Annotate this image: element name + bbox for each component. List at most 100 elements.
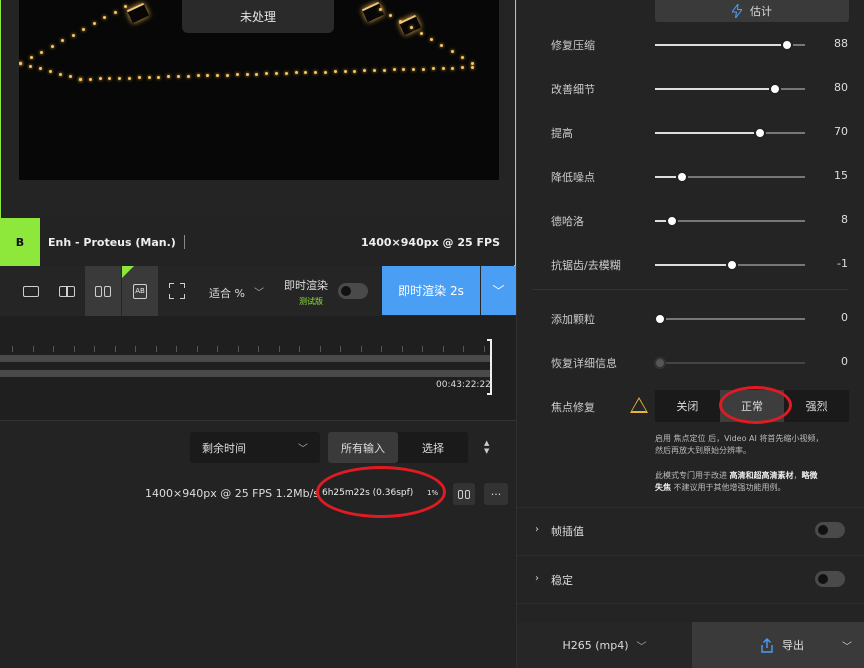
slider-handle[interactable] [769,83,781,95]
light-dot [461,66,465,70]
timeline-tick [156,346,157,352]
focus-option-off[interactable]: 关闭 [655,390,720,422]
realtime-render-toggle[interactable] [338,283,368,299]
frame-interpolation-toggle[interactable] [815,522,845,538]
timeline-tick [361,346,362,352]
light-dot [363,69,367,73]
slider-track[interactable] [655,259,805,271]
fullscreen-button[interactable] [159,266,195,316]
slider-handle[interactable] [725,259,738,271]
tab-all-inputs[interactable]: 所有输入 [328,432,398,463]
light-dot [61,39,64,43]
light-dot [118,76,122,80]
chevron-down-icon[interactable]: ﹀ [842,638,852,653]
light-dot [373,69,376,72]
export-button[interactable]: 导出 [760,637,804,653]
light-dot [206,74,210,78]
split-view-button[interactable] [49,266,85,316]
side-by-side-button[interactable] [85,266,121,316]
output-format-value: H265 (mp4) [562,638,629,652]
timeline-tick [53,346,54,352]
slider-value: 8 [841,213,848,226]
slider-track[interactable] [655,83,805,95]
slider-fill [655,88,775,90]
light-dot [304,71,308,75]
timeline-tick [443,346,444,352]
side-by-side-icon [458,489,470,499]
slider-handle[interactable] [653,313,666,325]
focus-fix-label: 焦点修复 [551,401,595,414]
timeline-tick [238,346,239,352]
light-dot [88,77,92,81]
light-dot [460,56,464,59]
export-bar: 导出 ﹀ [692,622,864,668]
tab-selection[interactable]: 选择 [398,432,468,463]
slider-track[interactable] [655,39,805,51]
timeline-tick [340,346,341,352]
light-dot [40,50,43,54]
light-dot [108,77,112,81]
slider-track[interactable] [653,357,805,369]
render-options-dropdown[interactable]: ﹀ [481,266,516,315]
unprocessed-label: 未处理 [182,0,334,33]
focus-option-strong[interactable]: 强烈 [784,390,849,422]
output-format-select[interactable]: H265 (mp4) ﹀ [517,622,692,668]
timeline-track[interactable] [0,355,490,362]
annotation-circle [316,466,446,518]
stabilization-toggle[interactable] [815,571,845,587]
light-dot [69,75,72,79]
light-dot [275,72,278,75]
light-dot [19,62,22,65]
slider-track[interactable] [655,171,805,183]
slider-value: 80 [834,81,848,94]
light-dot [128,76,131,80]
light-dot [49,70,52,73]
light-dot [441,66,445,70]
slider-label: 抗锯齿/去模糊 [551,259,621,272]
zoom-fit-select[interactable]: 适合 % [209,285,245,301]
single-view-button[interactable] [13,266,49,316]
light-dot [50,44,54,48]
light-dot [196,74,200,78]
sort-order-icon[interactable]: ▲ ▼ [484,439,489,455]
annotation-circle [719,386,792,424]
timeline[interactable] [0,316,516,420]
timeline-tick [320,346,321,352]
light-dot [186,74,190,78]
slider-fill [655,132,760,134]
timeline-tick [74,346,75,352]
sort-select[interactable]: 剩余时间 ﹀ [190,432,320,463]
note-bold: 失焦 [655,483,671,492]
timeline-end-time: 00:43:22:22 [436,380,491,390]
light-dot [265,72,269,76]
job-more-button[interactable]: ··· [484,483,508,505]
estimate-button[interactable]: 估计 [655,0,849,22]
timeline-track[interactable] [0,370,490,377]
timeline-tick [422,346,423,352]
slider-handle[interactable] [754,127,766,139]
slider-handle[interactable] [781,39,793,51]
slider-label: 修复压缩 [551,39,595,52]
slider-handle[interactable] [676,171,688,183]
light-dot [471,66,474,69]
slider-track[interactable] [653,313,805,325]
slider-track[interactable] [655,127,805,139]
slider-track[interactable] [655,215,805,227]
chevron-down-icon: ﹀ [298,444,308,455]
sparkle [398,14,422,36]
light-dot [422,67,425,71]
slider-handle[interactable] [653,357,666,369]
sort-select-value: 剩余时间 [202,441,246,455]
slider-handle[interactable] [665,215,678,227]
light-dot [333,70,337,74]
slider-value: 70 [834,125,848,138]
render-preview-button[interactable]: 即时渲染 2s [382,266,480,315]
light-dot [71,33,75,37]
job-compare-button[interactable] [453,483,475,505]
active-view-marker [122,266,134,278]
light-dot [113,10,117,14]
chevron-right-icon: › [535,524,539,535]
focus-note-1: 启用 焦点定位 后，Video AI 将首先缩小视频， 然后再放大到原始分辨率。 [655,433,851,457]
timeline-tick [217,346,218,352]
timeline-tick [381,346,382,352]
